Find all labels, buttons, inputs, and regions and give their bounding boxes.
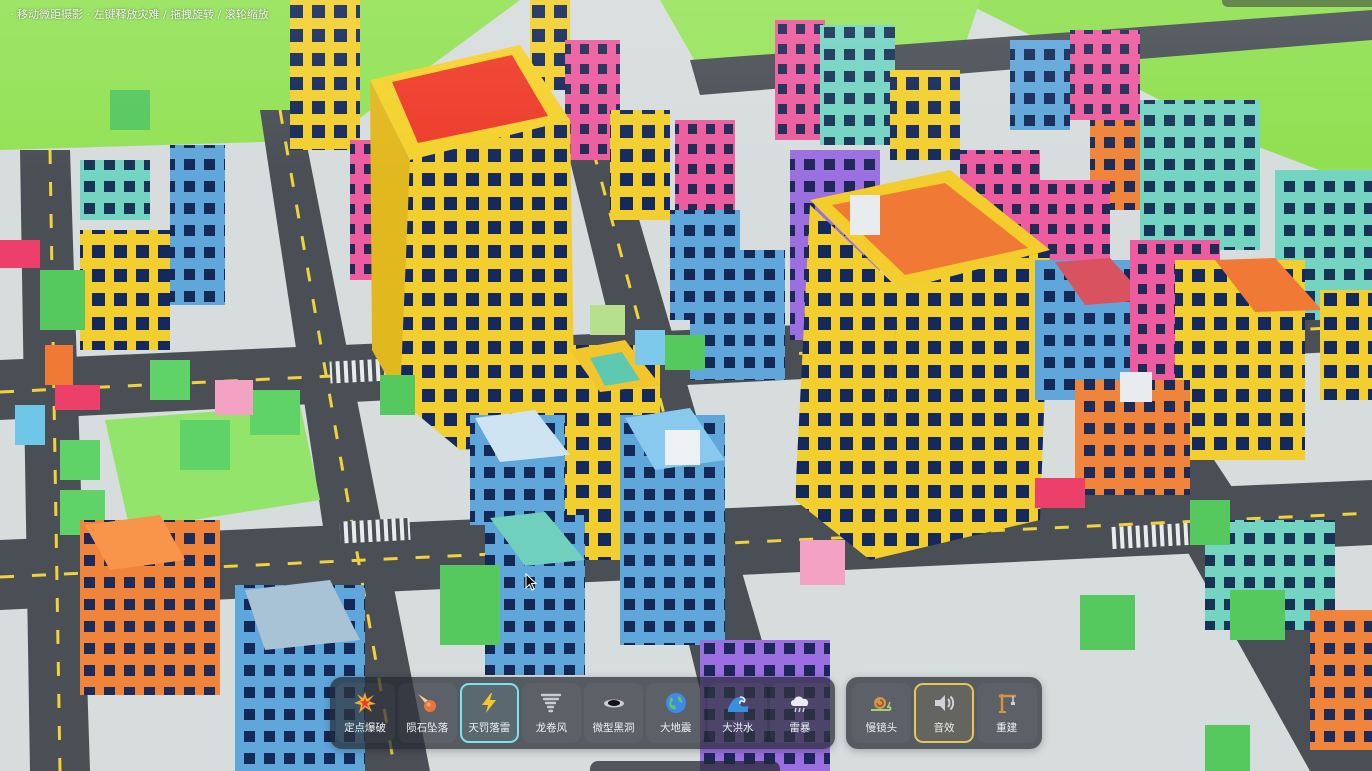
tornado-icon	[541, 693, 562, 713]
lightning-icon	[482, 693, 497, 713]
snail-icon	[871, 697, 892, 711]
tool-label: 重建	[996, 722, 1018, 734]
tool-micro-black-hole-button[interactable]: 微型黑洞	[584, 683, 644, 743]
tool-label: 雷暴	[789, 722, 811, 734]
mouse-cursor-icon	[525, 573, 537, 591]
tool-label: 陨石坠落	[406, 722, 449, 734]
top-right-panel	[1222, 0, 1372, 7]
tool-meteor-button[interactable]: 陨石坠落	[397, 683, 457, 743]
controls-hint: · 移动微距摄影 · 左键释放灾难 / 拖拽旋转 / 滚轮缩放	[10, 8, 269, 21]
tool-label: 大洪水	[722, 722, 754, 734]
control-toolbar: 慢镜头 音效 重建	[846, 677, 1042, 749]
storm-cloud-icon	[790, 696, 809, 713]
globe-icon	[665, 693, 686, 713]
tool-thunderstorm-button[interactable]: 雷暴	[770, 683, 830, 743]
speaker-icon	[935, 695, 955, 711]
explosion-icon	[354, 692, 377, 713]
tool-label: 慢镜头	[865, 722, 898, 734]
sound-toggle-button[interactable]: 音效	[914, 683, 974, 743]
meteor-icon	[418, 694, 437, 712]
tool-label: 龙卷风	[535, 722, 568, 734]
rebuild-button[interactable]: 重建	[976, 683, 1037, 743]
tool-label: 微型黑洞	[592, 722, 635, 734]
wave-icon	[727, 696, 748, 712]
city-scene[interactable]	[0, 0, 1372, 771]
tool-label: 大地震	[659, 722, 692, 734]
bottom-panel-edge	[590, 761, 780, 771]
crane-icon	[998, 694, 1016, 713]
tool-targeted-explosion-button[interactable]: 定点爆破	[335, 683, 395, 743]
tool-lightning-strike-button[interactable]: 天罚落雷	[459, 683, 519, 743]
tool-label: 天罚落雷	[468, 722, 511, 734]
tool-great-flood-button[interactable]: 大洪水	[708, 683, 768, 743]
tool-tornado-button[interactable]: 龙卷风	[521, 683, 581, 743]
tool-label: 定点爆破	[344, 722, 387, 734]
disaster-toolbar: 定点爆破 陨石坠落 天罚落雷 龙卷风 微型黑洞 大地震 大洪水 雷暴	[330, 677, 835, 749]
black-hole-icon	[603, 699, 624, 708]
tool-earthquake-button[interactable]: 大地震	[646, 683, 706, 743]
tool-label: 音效	[933, 722, 955, 734]
slow-motion-button[interactable]: 慢镜头	[851, 683, 912, 743]
